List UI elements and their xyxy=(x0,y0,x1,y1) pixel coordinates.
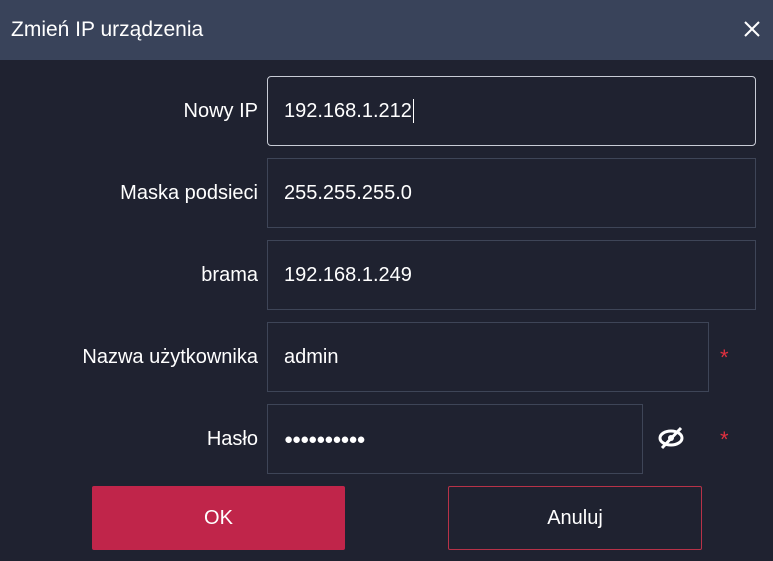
password-label: Hasło xyxy=(206,428,258,450)
subnet-mask-input[interactable]: 255.255.255.0 xyxy=(267,158,756,228)
eye-slash-icon[interactable] xyxy=(655,424,691,452)
subnet-mask-value: 255.255.255.0 xyxy=(284,181,412,204)
username-required-mark: * xyxy=(720,345,729,370)
cancel-button-label: Anuluj xyxy=(547,506,603,529)
dialog-title: Zmień IP urządzenia xyxy=(11,18,204,41)
ok-button-label: OK xyxy=(204,506,233,529)
username-input[interactable]: admin xyxy=(267,322,709,392)
gateway-value: 192.168.1.249 xyxy=(284,263,412,286)
password-required-mark: * xyxy=(720,427,729,452)
dialog-titlebar: Zmień IP urządzenia xyxy=(0,0,773,60)
password-input[interactable]: ●●●●●●●●●● xyxy=(267,404,643,474)
gateway-label: brama xyxy=(201,264,258,286)
subnet-mask-label: Maska podsieci xyxy=(120,182,258,204)
text-caret xyxy=(412,99,414,123)
new-ip-label: Nowy IP xyxy=(183,100,258,122)
password-value: ●●●●●●●●●● xyxy=(284,430,366,448)
gateway-input[interactable]: 192.168.1.249 xyxy=(267,240,756,310)
username-value: admin xyxy=(284,345,339,368)
close-icon[interactable] xyxy=(737,14,767,44)
ok-button[interactable]: OK xyxy=(92,486,345,550)
username-label: Nazwa użytkownika xyxy=(82,346,258,368)
change-ip-dialog: Zmień IP urządzenia Nowy IP 192.168.1.21… xyxy=(0,0,773,561)
cancel-button[interactable]: Anuluj xyxy=(448,486,702,550)
new-ip-value: 192.168.1.212 xyxy=(284,99,412,122)
new-ip-input[interactable]: 192.168.1.212 xyxy=(267,76,756,146)
